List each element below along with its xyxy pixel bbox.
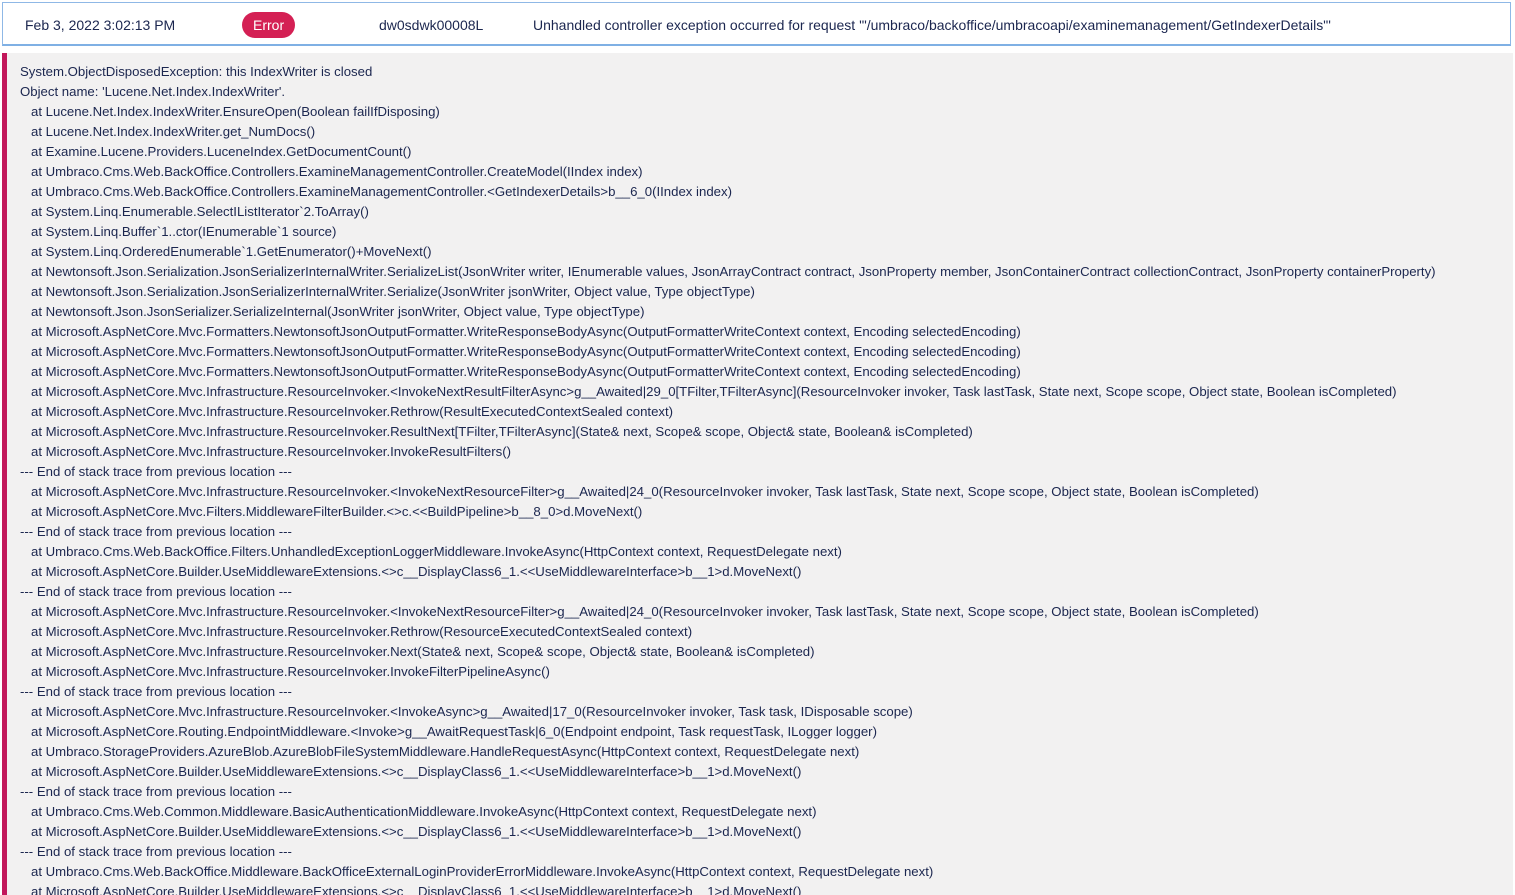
stack-trace-line: at Umbraco.Cms.Web.BackOffice.Controller…	[20, 184, 732, 199]
stack-trace-line: at System.Linq.Enumerable.SelectIListIte…	[20, 204, 369, 219]
stack-trace-line: at Umbraco.Cms.Web.BackOffice.Middleware…	[20, 864, 934, 879]
stack-trace-line: at Newtonsoft.Json.Serialization.JsonSer…	[20, 264, 1436, 279]
stack-trace-line: at Microsoft.AspNetCore.Builder.UseMiddl…	[20, 884, 802, 895]
stack-trace-line: at Microsoft.AspNetCore.Builder.UseMiddl…	[20, 564, 802, 579]
log-machine-name: dw0sdwk00008L	[379, 17, 484, 33]
stack-trace-line: at Microsoft.AspNetCore.Mvc.Infrastructu…	[20, 404, 674, 419]
stack-trace-line: at Microsoft.AspNetCore.Mvc.Infrastructu…	[20, 664, 550, 679]
stack-trace-line: at Microsoft.AspNetCore.Mvc.Formatters.N…	[20, 344, 1021, 359]
stack-trace-line: at Umbraco.Cms.Web.Common.Middleware.Bas…	[20, 804, 817, 819]
stack-trace-line: at Lucene.Net.Index.IndexWriter.EnsureOp…	[20, 104, 440, 119]
exception-details-panel: System.ObjectDisposedException: this Ind…	[2, 53, 1513, 895]
stack-trace-line: at Microsoft.AspNetCore.Mvc.Infrastructu…	[20, 384, 1397, 399]
stack-trace-line: --- End of stack trace from previous loc…	[20, 784, 292, 799]
stack-trace-line: at Microsoft.AspNetCore.Mvc.Infrastructu…	[20, 644, 815, 659]
stack-trace-line: at Microsoft.AspNetCore.Mvc.Infrastructu…	[20, 424, 973, 439]
stack-trace: System.ObjectDisposedException: this Ind…	[7, 53, 1513, 895]
stack-trace-line: at Microsoft.AspNetCore.Mvc.Filters.Midd…	[20, 504, 643, 519]
stack-trace-line: at Microsoft.AspNetCore.Builder.UseMiddl…	[20, 824, 802, 839]
log-level-badge: Error	[242, 12, 296, 38]
stack-trace-line: at Microsoft.AspNetCore.Mvc.Formatters.N…	[20, 364, 1021, 379]
stack-trace-line: at Newtonsoft.Json.Serialization.JsonSer…	[20, 284, 755, 299]
stack-trace-line: --- End of stack trace from previous loc…	[20, 524, 292, 539]
stack-trace-line: at Microsoft.AspNetCore.Mvc.Infrastructu…	[20, 604, 1259, 619]
stack-trace-line: --- End of stack trace from previous loc…	[20, 464, 292, 479]
stack-trace-line: Object name: 'Lucene.Net.Index.IndexWrit…	[20, 84, 286, 99]
stack-trace-line: at Microsoft.AspNetCore.Mvc.Formatters.N…	[20, 324, 1021, 339]
stack-trace-line: at Microsoft.AspNetCore.Mvc.Infrastructu…	[20, 484, 1259, 499]
stack-trace-line: at Umbraco.Cms.Web.BackOffice.Filters.Un…	[20, 544, 842, 559]
log-entry-row[interactable]: Feb 3, 2022 3:02:13 PM Error dw0sdwk0000…	[2, 2, 1511, 46]
stack-trace-line: --- End of stack trace from previous loc…	[20, 844, 292, 859]
stack-trace-line: at System.Linq.OrderedEnumerable`1.GetEn…	[20, 244, 432, 259]
log-message: Unhandled controller exception occurred …	[533, 17, 1331, 33]
stack-trace-line: at Umbraco.StorageProviders.AzureBlob.Az…	[20, 744, 860, 759]
stack-trace-line: --- End of stack trace from previous loc…	[20, 584, 292, 599]
stack-trace-line: at Examine.Lucene.Providers.LuceneIndex.…	[20, 144, 412, 159]
stack-trace-line: at System.Linq.Buffer`1..ctor(IEnumerabl…	[20, 224, 337, 239]
stack-trace-line: at Microsoft.AspNetCore.Mvc.Infrastructu…	[20, 624, 693, 639]
stack-trace-line: at Microsoft.AspNetCore.Builder.UseMiddl…	[20, 764, 802, 779]
stack-trace-line: at Microsoft.AspNetCore.Routing.Endpoint…	[20, 724, 877, 739]
stack-trace-line: --- End of stack trace from previous loc…	[20, 684, 292, 699]
stack-trace-line: at Umbraco.Cms.Web.BackOffice.Controller…	[20, 164, 643, 179]
stack-trace-line: at Microsoft.AspNetCore.Mvc.Infrastructu…	[20, 444, 512, 459]
stack-trace-line: at Lucene.Net.Index.IndexWriter.get_NumD…	[20, 124, 316, 139]
stack-trace-line: at Microsoft.AspNetCore.Mvc.Infrastructu…	[20, 704, 913, 719]
stack-trace-line: at Newtonsoft.Json.JsonSerializer.Serial…	[20, 304, 645, 319]
log-timestamp: Feb 3, 2022 3:02:13 PM	[25, 17, 176, 33]
stack-trace-line: System.ObjectDisposedException: this Ind…	[20, 64, 373, 79]
